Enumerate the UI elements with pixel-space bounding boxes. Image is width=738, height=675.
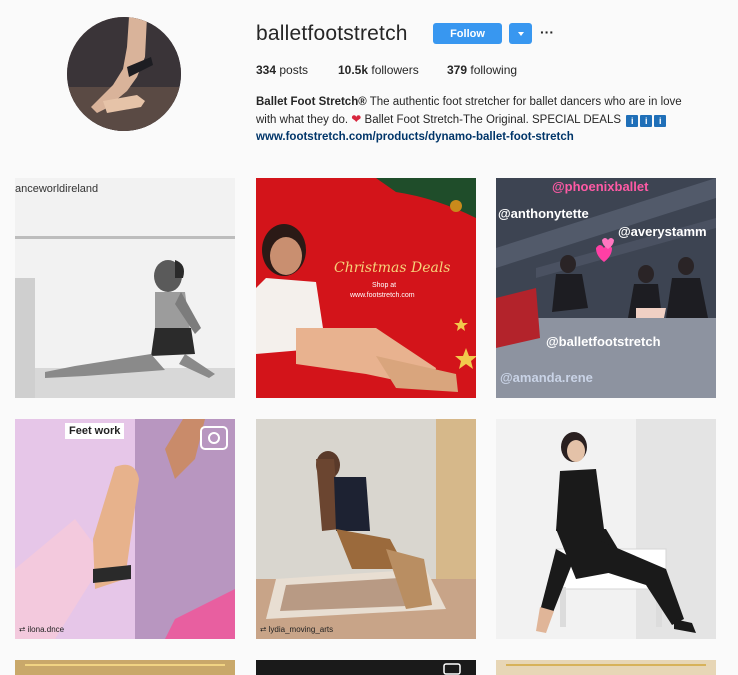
following-label: following	[470, 63, 518, 77]
post-thumbnail[interactable]: @phoenixballet @anthonytette @averystamm…	[496, 178, 716, 398]
repost-icon: ⮂	[260, 625, 269, 634]
following-stat[interactable]: 379 following	[447, 63, 517, 77]
post-overlay-subtitle: Shop at	[372, 282, 397, 289]
repost-credit: ⮂ lydia_moving_arts	[260, 625, 333, 635]
avatar-image	[67, 17, 181, 131]
post-image	[496, 660, 716, 675]
bio-website-link[interactable]: www.footstretch.com/products/dynamo-ball…	[256, 129, 696, 146]
post-thumbnail[interactable]: anceworldireland	[15, 178, 235, 398]
more-options-button[interactable]: ···	[539, 22, 555, 42]
profile-username: balletfootstretch	[256, 22, 408, 45]
post-image	[15, 419, 235, 639]
post-tag: @amanda.rene	[500, 370, 593, 385]
post-thumbnail[interactable]: Feet work ⮂ ilona.dnce	[15, 419, 235, 639]
post-image	[256, 178, 476, 398]
post-thumbnail[interactable]	[15, 660, 235, 675]
post-tag: @anthonytette	[498, 206, 589, 221]
post-thumbnail[interactable]	[496, 419, 716, 639]
post-thumbnail[interactable]: ⮂ lydia_moving_arts	[256, 419, 476, 639]
post-overlay-text: Feet work	[65, 423, 125, 439]
follow-options-button[interactable]	[509, 23, 532, 44]
post-image	[256, 419, 476, 639]
info-emoji-icon: i	[654, 115, 667, 127]
post-tag: @phoenixballet	[552, 179, 649, 194]
post-thumbnail[interactable]	[496, 660, 716, 675]
bio-name: Ballet Foot Stretch®	[256, 96, 367, 108]
info-emoji-icon: i	[626, 115, 639, 127]
info-emoji-icon: i	[640, 115, 653, 127]
repost-icon: ⮂	[19, 625, 28, 634]
post-image	[15, 178, 235, 398]
post-thumbnail[interactable]: Christmas Deals Shop at www.footstretch.…	[256, 178, 476, 398]
bio-text-2: Ballet Foot Stretch-The Original. SPECIA…	[364, 114, 622, 126]
heart-icon: ❤	[351, 112, 362, 126]
repost-credit-name: ilona.dnce	[27, 625, 65, 634]
post-overlay-url: www.footstretch.com	[350, 292, 415, 299]
following-count: 379	[447, 63, 468, 77]
profile-page: balletfootstretch Follow ··· 334 posts 1…	[0, 0, 738, 675]
post-tag: @balletfootstretch	[546, 334, 661, 349]
posts-stat: 334 posts	[256, 63, 308, 77]
followers-label: followers	[371, 63, 419, 77]
followers-count: 10.5k	[338, 63, 369, 77]
profile-bio: Ballet Foot Stretch® The authentic foot …	[256, 94, 696, 146]
post-tag: @averystamm	[618, 224, 707, 239]
follow-button[interactable]: Follow	[433, 23, 502, 44]
post-thumbnail[interactable]	[256, 660, 476, 675]
chevron-down-icon	[517, 31, 524, 36]
posts-count: 334	[256, 63, 277, 77]
post-overlay-title: Christmas Deals	[334, 260, 451, 276]
profile-avatar[interactable]	[67, 17, 181, 131]
posts-label: posts	[279, 63, 309, 77]
repost-credit: ⮂ ilona.dnce	[19, 625, 64, 635]
repost-credit-name: lydia_moving_arts	[268, 625, 334, 634]
post-image	[256, 660, 476, 675]
post-overlay-text: anceworldireland	[15, 183, 99, 195]
followers-stat[interactable]: 10.5k followers	[338, 63, 419, 77]
post-image	[496, 419, 716, 639]
post-image	[15, 660, 235, 675]
